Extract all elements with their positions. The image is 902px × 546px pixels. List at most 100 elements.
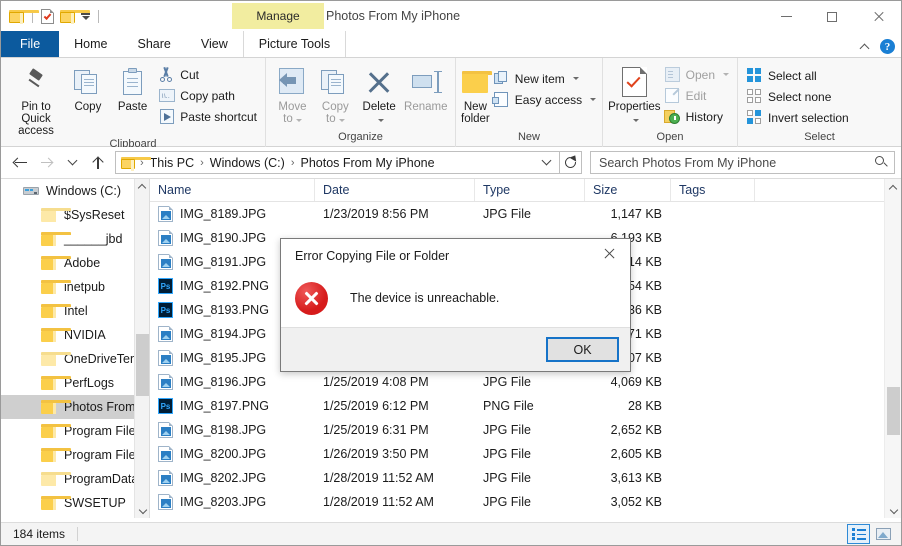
collapse-ribbon-icon[interactable] (859, 43, 870, 53)
table-row[interactable]: IMG_8203.JPG 1/28/2019 11:52 AM JPG File 3,… (150, 490, 901, 514)
sidebar-item[interactable]: PerfLogs (1, 371, 149, 395)
scrollbar-thumb[interactable] (136, 334, 149, 396)
scrollbar-thumb[interactable] (887, 387, 900, 435)
history-button[interactable]: History (661, 106, 732, 127)
chevron-down-icon[interactable] (590, 98, 597, 101)
navigation-pane-scrollbar[interactable] (134, 179, 149, 518)
scroll-down-button[interactable] (885, 502, 901, 518)
details-view-button[interactable] (847, 524, 870, 544)
ok-button[interactable]: OK (546, 337, 619, 362)
sidebar-item[interactable]: Program Files (1, 419, 149, 443)
chevron-down-icon[interactable] (338, 119, 345, 122)
chevron-down-icon[interactable] (572, 77, 579, 80)
chevron-down-icon[interactable] (377, 119, 384, 122)
move-to-button[interactable]: Move to (271, 62, 314, 125)
tab-picture-tools[interactable]: Picture Tools (242, 31, 347, 57)
maximize-button[interactable] (809, 1, 855, 32)
refresh-button[interactable] (560, 151, 582, 174)
table-row[interactable]: IMG_8200.JPG 1/26/2019 3:50 PM JPG File 2,6… (150, 442, 901, 466)
minimize-button[interactable] (763, 1, 809, 32)
table-row[interactable]: IMG_8189.JPG 1/23/2019 8:56 PM JPG File 1,1… (150, 202, 901, 226)
rename-button[interactable]: Rename (402, 62, 450, 113)
search-box[interactable] (590, 151, 895, 174)
new-item-button[interactable]: New item (490, 68, 599, 89)
cut-button[interactable]: Cut (155, 64, 260, 85)
help-icon[interactable]: ? (880, 39, 895, 54)
sidebar-item[interactable]: Adobe (1, 251, 149, 275)
dialog-close-button[interactable] (588, 239, 630, 267)
invert-selection-button[interactable]: Invert selection (743, 107, 852, 128)
properties-button[interactable]: Properties (608, 62, 661, 125)
file-list-scrollbar[interactable] (884, 179, 901, 518)
move-to-icon (277, 66, 307, 98)
sidebar-item[interactable]: ProgramData (1, 467, 149, 491)
sidebar-item[interactable]: Windows (C:) (1, 179, 149, 203)
tab-home[interactable]: Home (59, 31, 122, 57)
address-dropdown-button[interactable] (536, 155, 557, 166)
large-icons-view-button[interactable] (872, 524, 895, 544)
breadcrumb-item-photos-from-my-iphone[interactable]: Photos From My iPhone (297, 156, 437, 170)
folder-icon[interactable] (9, 10, 39, 24)
folder-pale-icon (41, 472, 71, 486)
tab-file[interactable]: File (1, 31, 60, 57)
recent-locations-button[interactable] (59, 150, 85, 176)
search-input[interactable] (597, 154, 875, 171)
breadcrumb[interactable]: › This PC › Windows (C:) › Photos From M… (115, 151, 560, 174)
chevron-down-icon[interactable] (723, 73, 729, 76)
close-window-button[interactable] (855, 1, 901, 32)
sidebar-item[interactable]: SWSETUP (1, 491, 149, 515)
table-row[interactable]: IMG_8196.JPG 1/25/2019 4:08 PM JPG File 4,0… (150, 370, 901, 394)
select-none-button[interactable]: Select none (743, 86, 852, 107)
easy-access-button[interactable]: Easy access (490, 89, 599, 110)
column-header-tags[interactable]: Tags (671, 179, 755, 201)
breadcrumb-item-windows-c[interactable]: Windows (C:) (207, 156, 288, 170)
up-button[interactable] (85, 150, 111, 176)
sidebar-item[interactable]: Photos From M (1, 395, 149, 419)
edit-button[interactable]: Edit (661, 85, 732, 106)
chevron-down-icon[interactable] (295, 119, 302, 122)
sidebar-item[interactable]: Program Files (x (1, 443, 149, 467)
sidebar-item-label: Windows (C:) (46, 184, 122, 198)
sidebar-item[interactable]: OneDriveTemp (1, 347, 149, 371)
sidebar-item[interactable]: Intel (1, 299, 149, 323)
tab-share[interactable]: Share (123, 31, 186, 57)
open-button[interactable]: Open (661, 64, 732, 85)
file-name: IMG_8202.JPG (180, 471, 267, 485)
copy-button[interactable]: Copy (66, 62, 110, 113)
table-row[interactable]: Ps IMG_8197.PNG 1/25/2019 6:12 PM PNG File 2… (150, 394, 901, 418)
back-button[interactable] (7, 150, 33, 176)
chevron-down-icon[interactable] (632, 119, 639, 122)
column-header-type[interactable]: Type (475, 179, 585, 201)
column-header-size[interactable]: Size (585, 179, 671, 201)
table-row[interactable]: IMG_8202.JPG 1/28/2019 11:52 AM JPG File 3,… (150, 466, 901, 490)
pin-to-quick-access-button[interactable]: Pin to Quick access (6, 62, 66, 137)
breadcrumb-item-this-pc[interactable]: This PC (147, 156, 197, 170)
scroll-up-button[interactable] (885, 179, 901, 196)
scroll-down-button[interactable] (135, 503, 149, 518)
sidebar-item[interactable]: $SysReset (1, 203, 149, 227)
table-row[interactable]: PsIMG_8204.PNG3/3/2019 1:51 AMPNG File3,… (150, 514, 901, 518)
select-all-button[interactable]: Select all (743, 65, 852, 86)
new-folder-icon[interactable] (60, 10, 90, 24)
paste-shortcut-button[interactable]: Paste shortcut (155, 106, 260, 127)
properties-icon[interactable] (41, 9, 54, 24)
sidebar-item[interactable]: ______jbd (1, 227, 149, 251)
forward-button[interactable] (33, 150, 59, 176)
table-row[interactable]: IMG_8198.JPG 1/25/2019 6:31 PM JPG File 2,6… (150, 418, 901, 442)
new-folder-button[interactable]: New folder (461, 62, 493, 125)
copy-to-button[interactable]: Copy to (314, 62, 357, 125)
tab-view[interactable]: View (186, 31, 243, 57)
sidebar-item[interactable]: inetpub (1, 275, 149, 299)
paste-shortcut-label: Paste shortcut (180, 109, 257, 124)
copy-path-button[interactable]: \\.. Copy path (155, 85, 260, 106)
delete-button[interactable]: Delete (357, 62, 402, 125)
customize-dropdown-icon[interactable] (81, 13, 90, 20)
search-icon[interactable] (875, 156, 888, 169)
sidebar-item[interactable]: NVIDIA (1, 323, 149, 347)
divider (98, 10, 99, 23)
paste-button[interactable]: Paste (110, 62, 156, 113)
column-header-name[interactable]: Name (150, 179, 315, 201)
column-header-date[interactable]: Date (315, 179, 475, 201)
scroll-up-button[interactable] (135, 179, 149, 195)
folder-icon (41, 424, 71, 438)
